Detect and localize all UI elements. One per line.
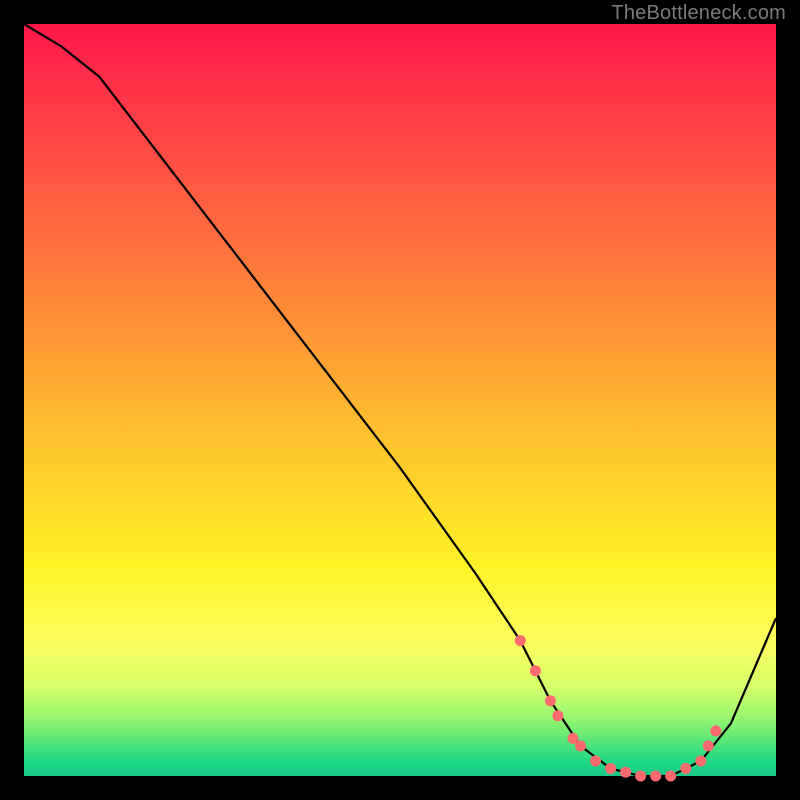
- bottleneck-curve: [24, 24, 776, 776]
- marker-dot: [703, 740, 714, 751]
- marker-dot: [710, 725, 721, 736]
- watermark-text: TheBottleneck.com: [611, 2, 786, 25]
- marker-dot: [680, 763, 691, 774]
- plot-area: [24, 24, 776, 776]
- marker-dot: [605, 763, 616, 774]
- marker-dot: [575, 740, 586, 751]
- marker-dot: [530, 665, 541, 676]
- marker-dot: [545, 695, 556, 706]
- chart-frame: TheBottleneck.com: [0, 0, 800, 800]
- marker-dot: [620, 767, 631, 778]
- marker-dot: [590, 756, 601, 767]
- marker-dot: [650, 771, 661, 782]
- marker-dot: [635, 771, 646, 782]
- marker-points: [515, 635, 722, 781]
- marker-dot: [665, 771, 676, 782]
- marker-dot: [515, 635, 526, 646]
- marker-dot: [552, 710, 563, 721]
- curve-svg: [24, 24, 776, 776]
- marker-dot: [695, 756, 706, 767]
